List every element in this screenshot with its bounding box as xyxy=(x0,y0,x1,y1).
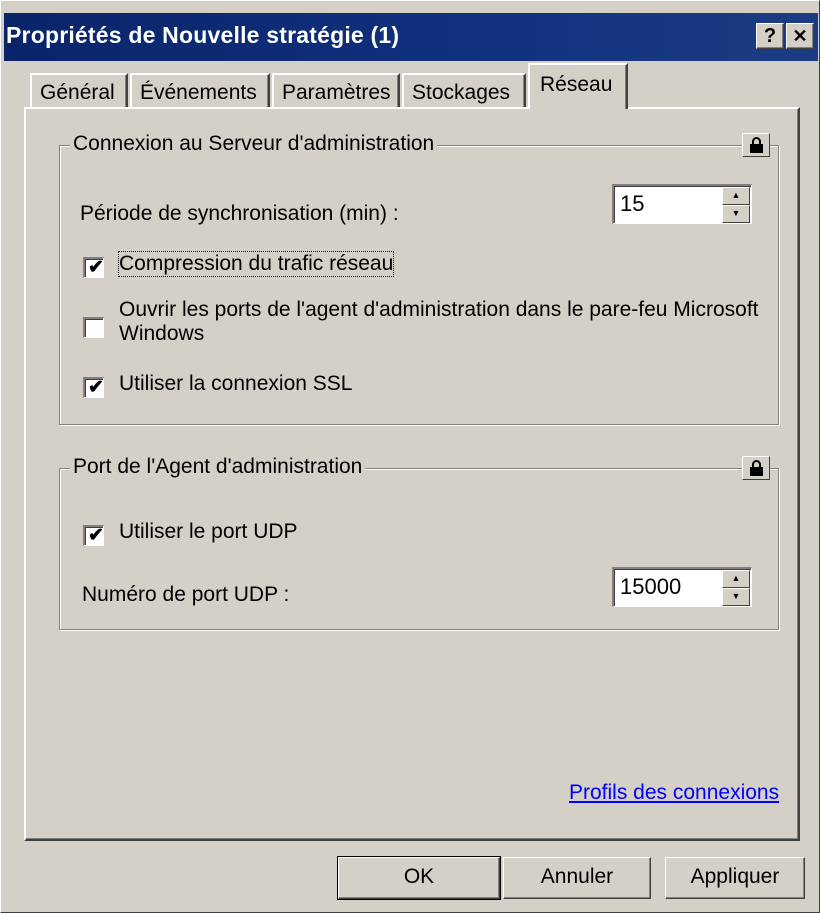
ssl-label[interactable]: Utiliser la connexion SSL xyxy=(119,372,352,396)
checkmark-icon: ✔ xyxy=(88,525,104,546)
server-group-title: Connexion au Serveur d'administration xyxy=(70,132,438,156)
cancel-button[interactable]: Annuler xyxy=(503,857,651,899)
tab-parameters-label: Paramètres xyxy=(282,81,391,104)
tab-storages[interactable]: Stockages xyxy=(402,73,526,111)
compression-label[interactable]: Compression du trafic réseau xyxy=(117,251,395,277)
spin-down-icon[interactable]: ▼ xyxy=(722,205,750,223)
udp-port-value[interactable]: 15000 xyxy=(620,574,681,600)
agent-group-title: Port de l'Agent d'administration xyxy=(70,455,366,479)
tab-network[interactable]: Réseau xyxy=(528,63,628,109)
window-title: Propriétés de Nouvelle stratégie (1) xyxy=(6,22,400,48)
udp-port-number-label: Numéro de port UDP : xyxy=(82,583,290,606)
checkmark-icon: ✔ xyxy=(88,377,104,398)
spin-down-icon[interactable]: ▼ xyxy=(722,588,750,606)
udp-port-checkbox-label[interactable]: Utiliser le port UDP xyxy=(119,520,298,544)
help-button[interactable]: ? xyxy=(756,23,784,49)
tab-general[interactable]: Général xyxy=(30,73,128,111)
lock-icon[interactable] xyxy=(742,133,770,157)
tab-general-label: Général xyxy=(40,81,115,104)
tab-network-label: Réseau xyxy=(540,73,613,96)
sync-period-spinner[interactable]: 15 ▲ ▼ xyxy=(612,184,752,224)
udp-port-spinner[interactable]: 15000 ▲ ▼ xyxy=(612,567,752,607)
sync-period-label: Période de synchronisation (min) : xyxy=(80,202,399,225)
apply-button[interactable]: Appliquer xyxy=(665,857,805,899)
spin-up-icon[interactable]: ▲ xyxy=(722,187,750,205)
ssl-checkbox[interactable]: ✔ xyxy=(83,377,104,398)
ok-button[interactable]: OK xyxy=(337,856,501,900)
open-ports-label-line2[interactable]: Windows xyxy=(119,322,204,346)
connection-profiles-link[interactable]: Profils des connexions xyxy=(569,781,779,805)
compression-checkbox[interactable]: ✔ xyxy=(83,257,104,278)
tab-events[interactable]: Événements xyxy=(130,73,270,111)
sync-period-value[interactable]: 15 xyxy=(620,191,644,217)
properties-dialog: Propriétés de Nouvelle stratégie (1) ? ✕… xyxy=(0,0,820,913)
checkmark-icon: ✔ xyxy=(88,257,104,278)
lock-icon[interactable] xyxy=(742,456,770,480)
open-ports-checkbox[interactable] xyxy=(83,317,104,338)
spin-up-icon[interactable]: ▲ xyxy=(722,570,750,588)
title-bar[interactable]: Propriétés de Nouvelle stratégie (1) ? ✕ xyxy=(4,13,818,61)
tab-parameters[interactable]: Paramètres xyxy=(272,73,400,111)
agent-port-group: Port de l'Agent d'administration ✔ Utili… xyxy=(59,455,779,630)
udp-port-checkbox[interactable]: ✔ xyxy=(83,525,104,546)
tab-panel-network: Connexion au Serveur d'administration Pé… xyxy=(24,107,800,841)
tab-storages-label: Stockages xyxy=(412,81,511,104)
server-connection-group: Connexion au Serveur d'administration Pé… xyxy=(59,132,779,425)
open-ports-label-line1[interactable]: Ouvrir les ports de l'agent d'administra… xyxy=(119,298,759,322)
tab-events-label: Événements xyxy=(140,81,257,104)
close-button[interactable]: ✕ xyxy=(786,23,814,49)
